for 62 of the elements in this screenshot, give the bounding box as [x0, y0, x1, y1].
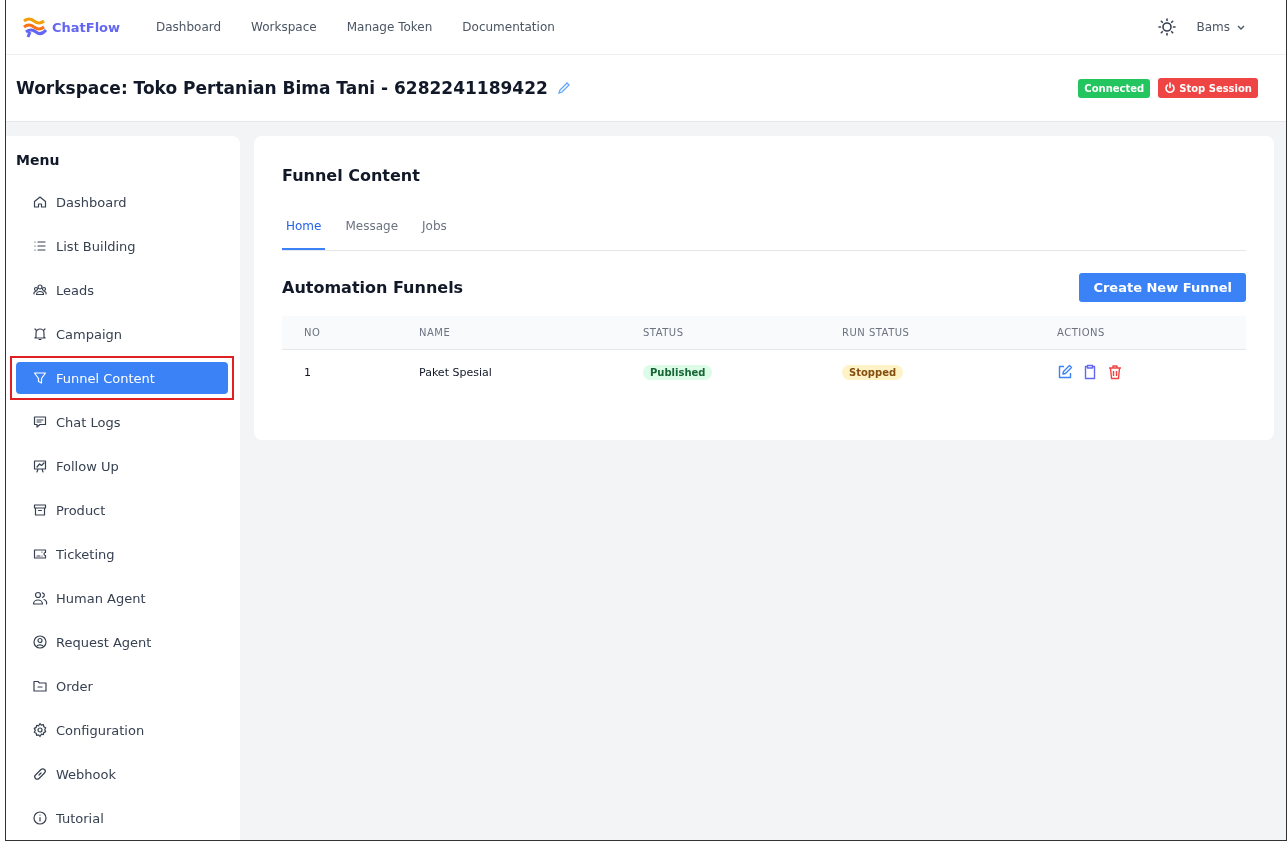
board-icon	[32, 458, 48, 474]
menu-item[interactable]: Tutorial	[16, 802, 228, 834]
sun-icon[interactable]	[1158, 18, 1177, 36]
menu-item[interactable]: Webhook	[16, 758, 228, 790]
menu-item[interactable]: Leads	[16, 274, 228, 306]
menu-title: Menu	[16, 152, 61, 168]
box-icon	[32, 502, 48, 518]
status-badge: Published	[643, 364, 713, 380]
nav-link[interactable]: Workspace	[251, 20, 317, 34]
table-cell: Paket Spesial	[419, 365, 492, 379]
gear-icon	[32, 722, 48, 738]
tab[interactable]: Message	[341, 219, 403, 250]
nav-link[interactable]: Documentation	[462, 20, 555, 34]
create-funnel-button[interactable]: Create New Funnel	[1079, 273, 1246, 302]
menu-item[interactable]: Configuration	[16, 714, 228, 746]
menu-item[interactable]: Chat Logs	[16, 406, 228, 438]
column-header: RUN STATUS	[842, 327, 910, 338]
brand-name[interactable]: ChatFlow	[52, 19, 121, 35]
user-menu[interactable]: Bams	[1196, 20, 1246, 34]
chat-icon	[32, 414, 48, 430]
menu-item[interactable]: Request Agent	[16, 626, 228, 658]
connection-badge: Connected	[1078, 78, 1151, 98]
stop-session-button[interactable]: Stop Session	[1158, 78, 1258, 98]
funnel-icon	[32, 370, 48, 386]
info-icon	[32, 810, 48, 826]
wave-logo-icon	[22, 16, 48, 38]
power-icon	[1164, 82, 1177, 94]
ticket-icon	[32, 546, 48, 562]
edit-icon[interactable]	[1057, 364, 1073, 380]
menu-item[interactable]: Product	[16, 494, 228, 526]
menu-item[interactable]: Campaign	[16, 318, 228, 350]
link-icon	[32, 766, 48, 782]
menu-item[interactable]: Funnel Content	[16, 362, 228, 394]
menu-item[interactable]: Dashboard	[16, 186, 228, 218]
menu-item[interactable]: List Building	[16, 230, 228, 262]
menu-item[interactable]: Ticketing	[16, 538, 228, 570]
page-title: Funnel Content	[282, 166, 421, 185]
column-header: NO	[304, 327, 321, 338]
trash-icon[interactable]	[1107, 364, 1123, 380]
bell-icon	[32, 326, 48, 342]
section-title: Automation Funnels	[282, 278, 464, 297]
menu-item[interactable]: Order	[16, 670, 228, 702]
menu-item[interactable]: Human Agent	[16, 582, 228, 614]
menu-item[interactable]: Follow Up	[16, 450, 228, 482]
tab[interactable]: Home	[282, 219, 326, 250]
pencil-icon[interactable]	[555, 80, 572, 96]
column-header: NAME	[419, 327, 451, 338]
clipboard-icon[interactable]	[1082, 364, 1098, 380]
folder-icon	[32, 678, 48, 694]
column-header: ACTIONS	[1057, 327, 1105, 338]
people-icon	[32, 590, 48, 606]
table-cell: 1	[304, 365, 311, 379]
workspace-title: Workspace: Toko Pertanian Bima Tani - 6282241189422	[16, 78, 548, 98]
user-circle-icon	[32, 634, 48, 650]
nav-link[interactable]: Dashboard	[156, 20, 222, 34]
run-status-badge: Stopped	[842, 364, 904, 380]
tab[interactable]: Jobs	[418, 219, 451, 250]
home-icon	[32, 194, 48, 210]
nav-link[interactable]: Manage Token	[346, 20, 433, 34]
users-icon	[32, 282, 48, 298]
list-icon	[32, 238, 48, 254]
column-header: STATUS	[643, 327, 684, 338]
